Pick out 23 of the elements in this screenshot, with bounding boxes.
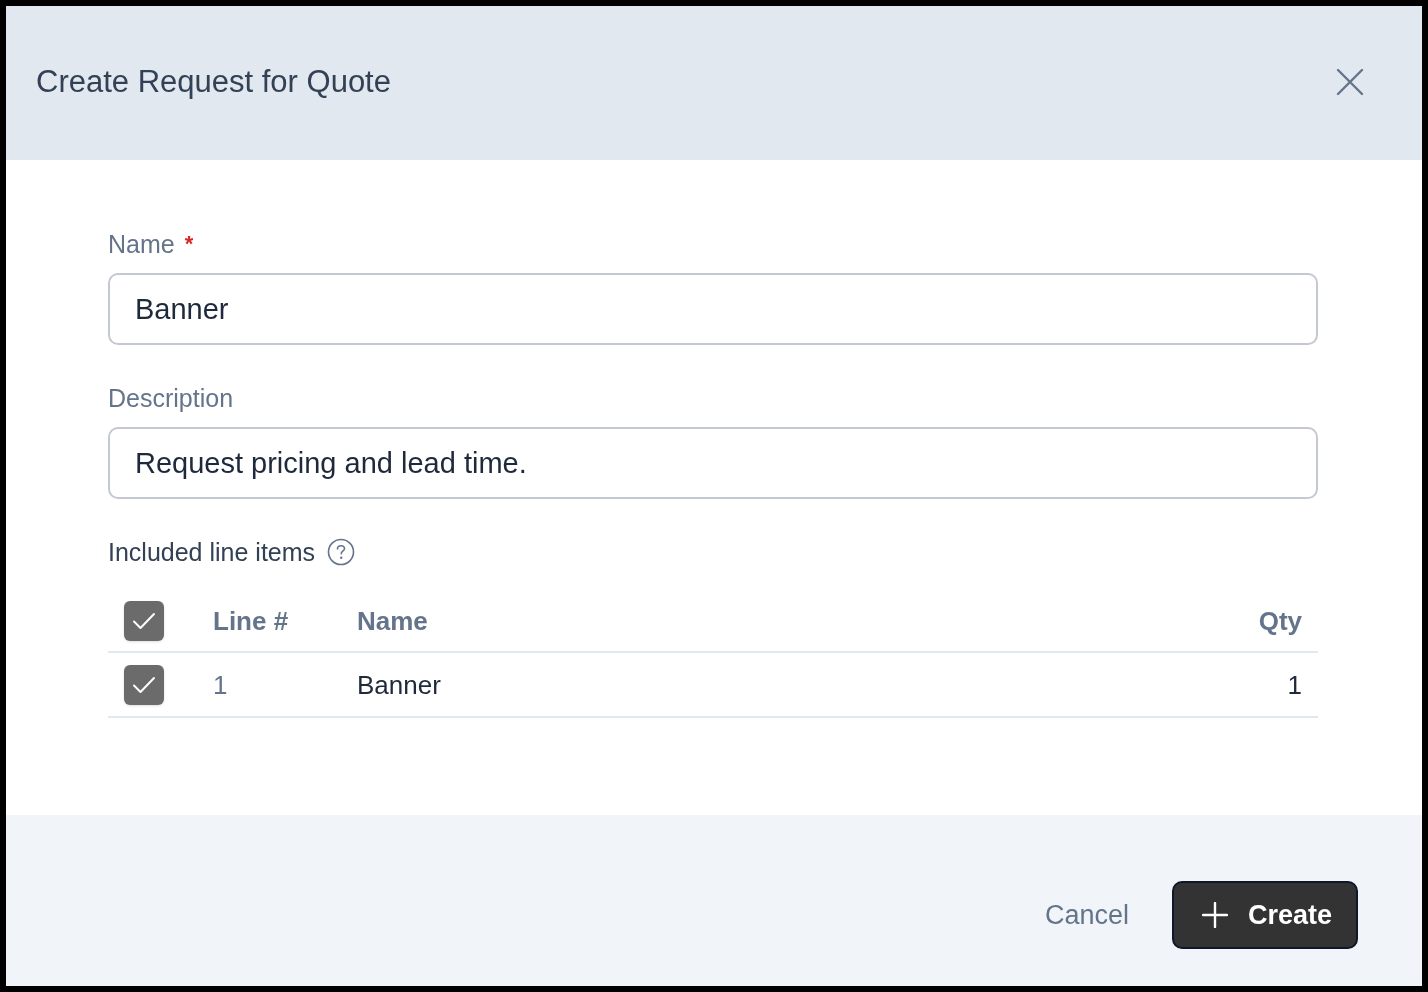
field-label: Description — [108, 383, 234, 414]
checkmark-icon — [132, 611, 156, 630]
cancel-button[interactable]: Cancel — [1044, 897, 1129, 932]
checkmark-icon — [132, 675, 156, 694]
required-asterisk: * — [184, 230, 194, 258]
text-input-field[interactable]: Request pricing and lead time. — [108, 427, 1318, 499]
checkbox[interactable] — [124, 664, 164, 705]
column-header: Name — [357, 604, 428, 637]
checkbox[interactable] — [124, 600, 164, 641]
text-input-field[interactable]: Banner — [108, 273, 1318, 345]
dialog-title: Create Request for Quote — [36, 63, 391, 101]
table-cell: 1 — [1287, 668, 1302, 701]
field-label: Name — [108, 229, 175, 260]
table-cell: Banner — [357, 668, 441, 701]
section-label: Included line items — [108, 537, 316, 568]
plus-icon — [1201, 901, 1228, 928]
column-header: Qty — [1258, 604, 1302, 637]
close-icon — [1336, 68, 1364, 96]
create-button[interactable]: Create — [1171, 880, 1358, 949]
table-cell-text: 1 — [213, 668, 229, 701]
column-header: Line # — [213, 604, 290, 637]
close-button[interactable] — [1334, 66, 1366, 98]
help-icon[interactable] — [327, 538, 356, 566]
